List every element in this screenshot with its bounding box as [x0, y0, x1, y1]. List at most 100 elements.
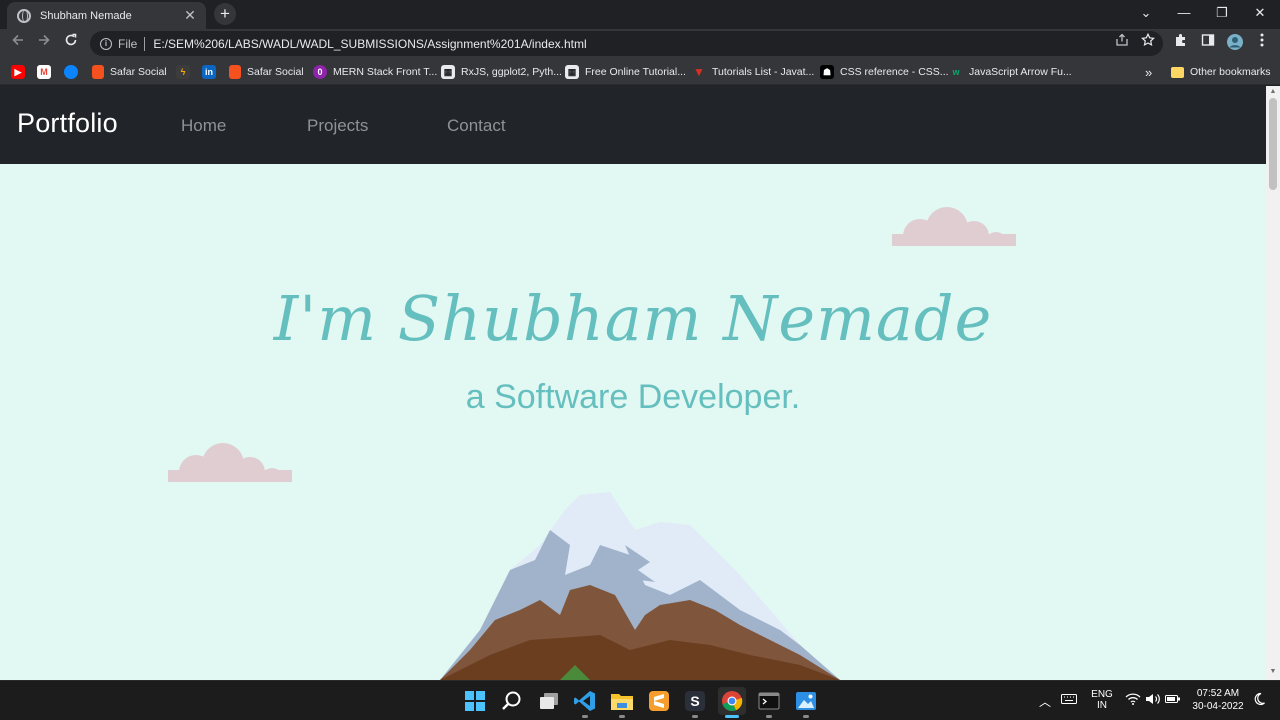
- running-indicator: [692, 715, 698, 718]
- info-icon[interactable]: i: [100, 37, 112, 50]
- reload-icon: [65, 33, 77, 46]
- scroll-up-arrow-icon[interactable]: ▲: [1269, 88, 1277, 95]
- mountain-illustration: [440, 492, 840, 680]
- youtube-icon: ▶: [11, 65, 25, 79]
- bookmark-lightning[interactable]: ϟ: [176, 62, 196, 82]
- close-window-button[interactable]: ✕: [1242, 0, 1278, 27]
- kebab-menu-icon[interactable]: [1252, 33, 1272, 53]
- wifi-icon[interactable]: [1125, 692, 1141, 709]
- safar-icon: [92, 65, 104, 79]
- address-separator: [144, 36, 146, 51]
- back-button[interactable]: [7, 32, 29, 54]
- bookmarks-overflow-button[interactable]: »: [1145, 62, 1152, 82]
- hero-subtitle: a Software Developer.: [465, 378, 801, 416]
- minimize-button[interactable]: —: [1166, 0, 1202, 27]
- bookmark-rxjs[interactable]: ▦ RxJS, ggplot2, Pyth...: [441, 62, 562, 82]
- bookmark-gmail[interactable]: M: [37, 62, 57, 82]
- bookmark-label: Safar Social: [247, 66, 304, 78]
- bookmark-linkedin[interactable]: in: [202, 62, 222, 82]
- tab-strip: Shubham Nemade ✕ + ⌄ — ❐ ✕: [0, 0, 1280, 29]
- page-viewport: Portfolio Home Projects Contact I'm Shub…: [0, 86, 1266, 680]
- running-indicator: [582, 715, 588, 718]
- volume-icon[interactable]: [1145, 692, 1161, 709]
- safar-icon: [229, 65, 241, 79]
- file-explorer-icon[interactable]: [608, 687, 636, 718]
- tab-search-dropdown-icon[interactable]: ⌄: [1128, 0, 1164, 27]
- bookmark-javatpoint[interactable]: ▼ Tutorials List - Javat...: [692, 62, 814, 82]
- tutorial-icon: ▦: [565, 65, 579, 79]
- profile-avatar-icon[interactable]: [1225, 33, 1245, 53]
- mdn-icon: ☗: [820, 65, 834, 79]
- language-indicator[interactable]: ENG IN: [1089, 689, 1115, 711]
- chevron-up-icon[interactable]: ︿: [1039, 693, 1051, 710]
- address-bar[interactable]: i File E:/SEM%206/LABS/WADL/WADL_SUBMISS…: [90, 31, 1163, 56]
- vscode-icon[interactable]: [571, 687, 599, 718]
- bookmark-mdn[interactable]: ☗ CSS reference - CSS...: [820, 62, 949, 82]
- clock[interactable]: 07:52 AM 30-04-2022: [1189, 688, 1247, 712]
- scheme-label: File: [118, 36, 138, 51]
- url-text[interactable]: E:/SEM%206/LABS/WADL/WADL_SUBMISSIONS/As…: [153, 37, 586, 51]
- windows-start-icon[interactable]: [461, 687, 489, 715]
- bookmark-label: JavaScript Arrow Fu...: [969, 66, 1072, 78]
- bookmark-safar-social-1[interactable]: Safar Social: [92, 62, 167, 82]
- javatpoint-icon: ▼: [693, 65, 705, 79]
- linkedin-icon: in: [202, 65, 216, 79]
- nav-link-contact[interactable]: Contact: [447, 116, 506, 136]
- chrome-icon[interactable]: [718, 687, 746, 718]
- terminal-icon[interactable]: [755, 687, 783, 718]
- notification-moon-icon[interactable]: [1252, 692, 1266, 709]
- new-tab-button[interactable]: +: [214, 3, 236, 25]
- s-app-icon[interactable]: S: [681, 687, 709, 718]
- mern-icon: 0: [313, 65, 327, 79]
- tab-close-button[interactable]: ✕: [182, 7, 198, 24]
- running-indicator: [803, 715, 809, 718]
- page-scrollbar[interactable]: ▲ ▼: [1266, 86, 1280, 680]
- clock-time: 07:52 AM: [1196, 688, 1240, 699]
- lightning-icon: ϟ: [176, 65, 190, 79]
- nav-link-home[interactable]: Home: [181, 116, 226, 136]
- scrollbar-thumb[interactable]: [1269, 98, 1277, 190]
- nav-link-projects[interactable]: Projects: [307, 116, 368, 136]
- extensions-puzzle-icon[interactable]: [1171, 33, 1191, 53]
- bookmark-edge[interactable]: [64, 62, 84, 82]
- svg-text:S: S: [690, 693, 699, 709]
- bookmark-safar-social-2[interactable]: Safar Social: [229, 62, 304, 82]
- other-bookmarks-label: Other bookmarks: [1190, 66, 1271, 78]
- bookmark-label: Free Online Tutorial...: [585, 66, 686, 78]
- bookmark-youtube[interactable]: ▶: [11, 62, 31, 82]
- restore-button[interactable]: ❐: [1204, 0, 1240, 27]
- keyboard-icon[interactable]: [1061, 693, 1077, 708]
- bookmark-free-tutorials[interactable]: ▦ Free Online Tutorial...: [565, 62, 686, 82]
- brand-logo[interactable]: Portfolio: [17, 108, 118, 139]
- photos-icon[interactable]: [792, 687, 820, 718]
- arrow-right-icon: [39, 34, 50, 46]
- tab-title: Shubham Nemade: [40, 9, 132, 22]
- clock-date: 30-04-2022: [1192, 701, 1244, 712]
- bookmark-star-icon[interactable]: [1138, 32, 1158, 53]
- task-view-icon[interactable]: [535, 687, 563, 715]
- scroll-down-arrow-icon[interactable]: ▼: [1269, 668, 1277, 675]
- bookmark-label: Tutorials List - Javat...: [712, 66, 815, 78]
- gmail-icon: M: [37, 65, 51, 79]
- reload-button[interactable]: [60, 32, 82, 54]
- side-panel-icon[interactable]: [1198, 33, 1218, 53]
- cloud-icon: [892, 207, 1016, 246]
- site-navbar: Portfolio Home Projects Contact: [0, 86, 1266, 164]
- share-icon[interactable]: [1112, 33, 1132, 53]
- folder-icon: [1171, 66, 1184, 78]
- bookmark-mern[interactable]: 0 MERN Stack Front T...: [313, 62, 437, 82]
- forward-button[interactable]: [33, 32, 55, 54]
- arrow-left-icon: [12, 34, 23, 46]
- rxjs-icon: ▦: [441, 65, 455, 79]
- hero-title: I'm Shubham Nemade: [273, 282, 993, 355]
- battery-icon[interactable]: [1165, 692, 1181, 709]
- edge-icon: [64, 65, 78, 79]
- bookmark-w3schools[interactable]: w JavaScript Arrow Fu...: [949, 62, 1072, 82]
- globe-icon: [17, 8, 31, 23]
- cloud-icon: [168, 443, 292, 482]
- bookmark-label: CSS reference - CSS...: [840, 66, 949, 78]
- search-icon[interactable]: [498, 687, 526, 715]
- sublime-icon[interactable]: [645, 687, 673, 715]
- browser-tab[interactable]: Shubham Nemade ✕: [7, 2, 206, 29]
- other-bookmarks-folder[interactable]: Other bookmarks: [1171, 62, 1271, 82]
